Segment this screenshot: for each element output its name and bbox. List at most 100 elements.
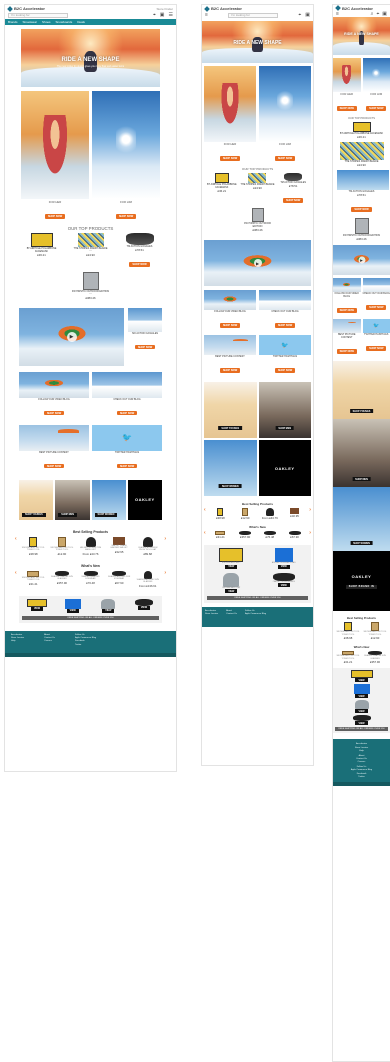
footer-link[interactable]: Facebook (75, 640, 96, 642)
contest-button[interactable]: SHOP NOW (43, 464, 65, 469)
tablet-new-next-icon[interactable]: › (309, 531, 311, 536)
footer-link[interactable]: Follow Us (75, 634, 96, 636)
best-item-5[interactable]: CHASER ALUMINUM SNOW WOOL HAT £89.68 (136, 536, 160, 556)
new-item-2[interactable]: SHADES CHAYNE SUN GLASSES £357.90 (50, 570, 74, 585)
nav-item-snowboards[interactable]: Snowboards (56, 20, 73, 24)
mobile-promo-1[interactable]: VIEW (335, 670, 388, 683)
footer-link[interactable]: Contact Us (226, 613, 237, 615)
mobile-top-4[interactable]: FW HIRSTIC OUTDOOR EDITION £383.46 (337, 218, 386, 241)
new-item-3[interactable]: SHADES DIAMOND EYEWEAR £76.48 (79, 570, 103, 585)
mobile-tile-women[interactable]: SHOP WOMEN (333, 487, 390, 551)
mobile-cart-icon[interactable]: ▣ (382, 11, 387, 17)
tablet-promo-2-button[interactable]: VIEW (277, 564, 290, 569)
top-product-1[interactable]: BT AIRHOLE POLARBONE FACEMASK £36.21 (21, 233, 63, 270)
nav-item-deals[interactable]: Deals (77, 20, 85, 24)
tablet-promo-4[interactable]: OAKLEY SUNGLASSES VIEW (260, 572, 309, 594)
tablet-location-icon[interactable]: ⌖ (298, 13, 301, 18)
tablet-contest-image[interactable] (204, 335, 256, 355)
mobile-contest-image[interactable] (333, 319, 361, 333)
promo-view-4-button[interactable]: VIEW (137, 605, 151, 610)
promo-view-3-button[interactable]: VIEW (102, 608, 115, 613)
footer-link[interactable]: About (44, 634, 55, 636)
footer-link[interactable]: About (359, 755, 365, 757)
mobile-video-blog-image[interactable] (333, 278, 361, 292)
tablet-blog-button[interactable]: SHOP NOW (274, 323, 296, 328)
footer-link[interactable]: Follow Us (245, 610, 266, 612)
new-item-4[interactable]: SHADES AROUND SUN EYEWEAR £67.90 (107, 570, 131, 585)
shop-young-button[interactable]: SHOP YOUNGS (22, 512, 46, 517)
footer-link[interactable]: Contact Us (356, 758, 367, 760)
best-item-4[interactable]: WALLET CHASE HARDER WALLET £32.95 (107, 536, 131, 554)
ride-image-him[interactable] (92, 91, 160, 199)
mobile-shop-her-button[interactable]: SHOP NOW (336, 106, 357, 111)
mobile-contest-button[interactable]: SHOP NOW (336, 349, 357, 354)
promo-item-3[interactable]: VIEW (93, 598, 123, 613)
tablet-promo-3-button[interactable]: VIEW (225, 589, 238, 594)
tablet-contest-button[interactable]: SHOP NOW (219, 368, 241, 373)
mobile-blog-image[interactable] (362, 278, 390, 292)
best-item-1[interactable]: SNOWBOARD SKI TOOL TONER TOOL £38.98 (21, 536, 45, 556)
footer-link[interactable]: Help (11, 640, 24, 642)
search-input[interactable]: I'm looking for (8, 13, 68, 18)
best-item-3[interactable]: HELMET WOMEN TSM MADE UNIT From £43.76 (79, 536, 103, 556)
tablet-shop-men-button[interactable]: SHOP MEN (275, 426, 295, 430)
shop-tile-brand[interactable]: OAKLEY (127, 479, 162, 520)
footer-link[interactable]: Agile Commerce Blog (245, 613, 266, 615)
new-item-1[interactable]: SNOWBOARD SKI TOOL TONER TOOL £31.21 (21, 570, 45, 586)
tablet-promo-4-button[interactable]: VIEW (277, 583, 290, 588)
shop-tile-men[interactable]: SHOP MEN (55, 479, 90, 520)
mobile-promo-banner[interactable]: FREE SHIPPING ON ALL ORDERS OVER £50 (335, 727, 388, 732)
tablet-play-icon[interactable]: ▶ (253, 259, 262, 267)
tablet-video[interactable]: ▶ (204, 240, 311, 286)
shop-her-button[interactable]: SHOP NOW (44, 214, 66, 219)
location-icon[interactable]: ⌖ (153, 13, 156, 18)
promo-item-4[interactable]: VIEW (129, 598, 159, 613)
mobile-video[interactable]: ▶ (333, 245, 390, 275)
tablet-top-1[interactable]: BT AIRHOLE POLARBONE FACEMASK £36.21 (205, 173, 239, 206)
footer-link[interactable]: Careers (44, 640, 55, 642)
tablet-ride-him[interactable] (259, 66, 311, 142)
mobile-ride-him[interactable] (362, 58, 390, 92)
ride-image-her[interactable] (21, 91, 89, 199)
cart-icon[interactable]: ☰ (169, 13, 173, 18)
tablet-promo-3[interactable]: SNOWBOARD CAP VIEW (207, 572, 256, 594)
mobile-tile-men[interactable]: SHOP MEN (333, 419, 390, 487)
tablet-video-blog-button[interactable]: SHOP NOW (219, 323, 241, 328)
footer-link[interactable]: About (226, 610, 237, 612)
shop-tile-women[interactable]: SHOP WOMEN (91, 479, 126, 520)
tablet-promo-1[interactable]: SNOWBOARD BELT VIEW (207, 548, 256, 569)
tablet-next-arrow-icon[interactable]: › (309, 508, 311, 513)
tablet-shop-her-button[interactable]: SHOP NOW (219, 156, 241, 161)
mobile-brand[interactable]: B2C Accelerator (342, 6, 373, 11)
mobile-top-3[interactable]: TM ACTION GOGGLES £78.51 SHOP NOW (337, 170, 389, 215)
tablet-promo-banner[interactable]: FREE SHIPPING ON ALL ORDERS OVER £50 (207, 596, 308, 601)
mobile-promo-2-button[interactable]: VIEW (355, 694, 368, 699)
tablet-top-2[interactable]: THE STRIPES FRESH BEANIE £24.90 (240, 173, 274, 206)
footer-link[interactable]: Accelerator (356, 743, 367, 745)
tablet-twitter-image[interactable]: 🐦 (259, 335, 311, 355)
mobile-promo-4-button[interactable]: VIEW (355, 721, 368, 726)
mobile-shop-brand-button[interactable]: SHOP BRAND IN (345, 584, 378, 589)
mobile-top-1[interactable]: BT AIRHOLE POLARBONE FACEMASK £36.21 (337, 122, 386, 139)
footer-link[interactable]: Contact Us (44, 637, 55, 639)
shop-him-button[interactable]: SHOP NOW (115, 214, 137, 219)
footer-link[interactable]: Accelerator (205, 610, 218, 612)
tablet-shop-him-button[interactable]: SHOP NOW (274, 156, 296, 161)
next-arrow-icon[interactable]: › (164, 536, 166, 542)
tablet-brand[interactable]: B2C Accelerator (211, 6, 242, 11)
mobile-ride-her[interactable] (333, 58, 361, 92)
video-player[interactable]: ▶ (19, 307, 124, 366)
best-item-2[interactable]: SNOWBOARD SKI TOOL TONER TOOL £12.90 (50, 536, 74, 556)
mobile-promo-3-button[interactable]: VIEW (355, 709, 368, 714)
mobile-hero[interactable]: RIDE A NEW SHAPE (333, 17, 390, 55)
promo-banner[interactable]: FREE SHIPPING ON ALL ORDERS OVER £50 (22, 615, 159, 620)
tablet-shop-women-button[interactable]: SHOP WOMEN (218, 484, 242, 488)
tablet-video-blog-image[interactable] (204, 290, 256, 310)
mobile-search-icon[interactable]: ⌕ (371, 11, 374, 17)
shop-tile-young[interactable]: SHOP YOUNGS (19, 479, 54, 520)
tablet-ride-her[interactable] (204, 66, 256, 142)
mobile-shop-him-button[interactable]: SHOP NOW (366, 106, 387, 111)
tablet-tile-women[interactable]: SHOP WOMEN (204, 440, 257, 496)
mobile-twitter-image[interactable]: 🐦 (362, 319, 390, 333)
tablet-top-3[interactable]: TM ACTION GOGGLES £78.51 SHOP NOW (276, 173, 310, 206)
